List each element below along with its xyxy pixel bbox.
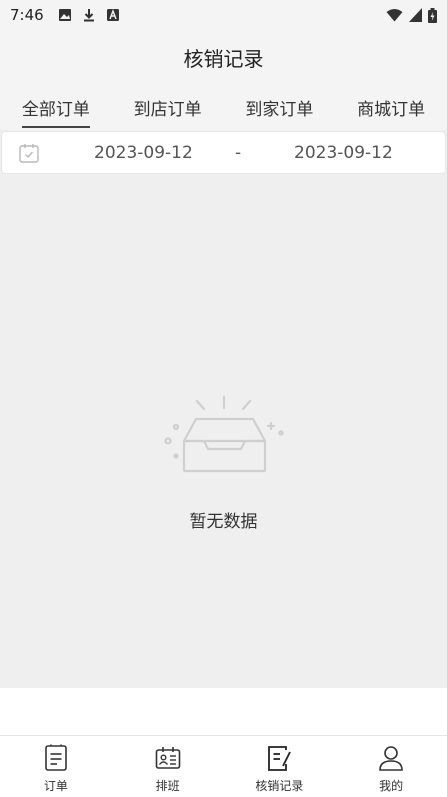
image-icon — [58, 9, 71, 21]
status-time: 7:46 — [10, 6, 44, 24]
start-date[interactable]: 2023-09-12 — [94, 143, 193, 163]
tab-label: 到店订单 — [133, 99, 202, 120]
nav-profile[interactable]: 我的 — [335, 736, 447, 797]
status-icons-left — [58, 8, 120, 22]
tab-label: 全部订单 — [21, 99, 90, 120]
order-type-tabs: 全部订单 到店订单 到家订单 商城订单 — [0, 84, 447, 130]
content-bottom-strip — [0, 688, 447, 735]
wifi-icon — [386, 9, 403, 22]
tab-home-orders[interactable]: 到家订单 — [224, 84, 336, 130]
nav-label: 排班 — [155, 779, 180, 793]
date-separator: - — [235, 142, 242, 163]
signal-icon — [409, 8, 422, 22]
tab-label: 商城订单 — [357, 99, 426, 120]
tab-in-store-orders[interactable]: 到店订单 — [112, 84, 224, 130]
nav-orders[interactable]: 订单 — [0, 736, 112, 797]
nav-label: 核销记录 — [255, 779, 304, 793]
a-icon — [106, 9, 119, 21]
schedule-icon — [155, 747, 180, 769]
page-title: 核销记录 — [183, 46, 264, 71]
status-icons-right — [386, 7, 437, 23]
status-bar: 7:46 — [0, 0, 447, 30]
empty-message: 暂无数据 — [189, 512, 258, 532]
nav-writeoff-records[interactable]: 核销记录 — [224, 736, 336, 797]
tab-all-orders[interactable]: 全部订单 — [0, 84, 112, 130]
empty-box-icon — [164, 395, 284, 473]
nav-label: 我的 — [379, 779, 404, 793]
download-icon — [83, 9, 94, 22]
tab-label: 到家订单 — [245, 99, 314, 120]
nav-label: 订单 — [43, 779, 68, 793]
page-header: 核销记录 — [0, 30, 447, 84]
battery-icon — [428, 7, 437, 23]
end-date[interactable]: 2023-09-12 — [294, 143, 393, 163]
tab-mall-orders[interactable]: 商城订单 — [335, 84, 447, 130]
profile-icon — [379, 746, 403, 771]
nav-schedule[interactable]: 排班 — [112, 736, 224, 797]
date-range-filter[interactable]: 2023-09-12 - 2023-09-12 — [1, 131, 446, 174]
calendar-icon[interactable] — [18, 142, 40, 164]
writeoff-icon — [268, 746, 292, 771]
order-icon — [45, 744, 67, 771]
empty-state: 暂无数据 — [0, 395, 447, 535]
bottom-navigation: 订单 排班 核销记录 我的 — [0, 735, 447, 797]
